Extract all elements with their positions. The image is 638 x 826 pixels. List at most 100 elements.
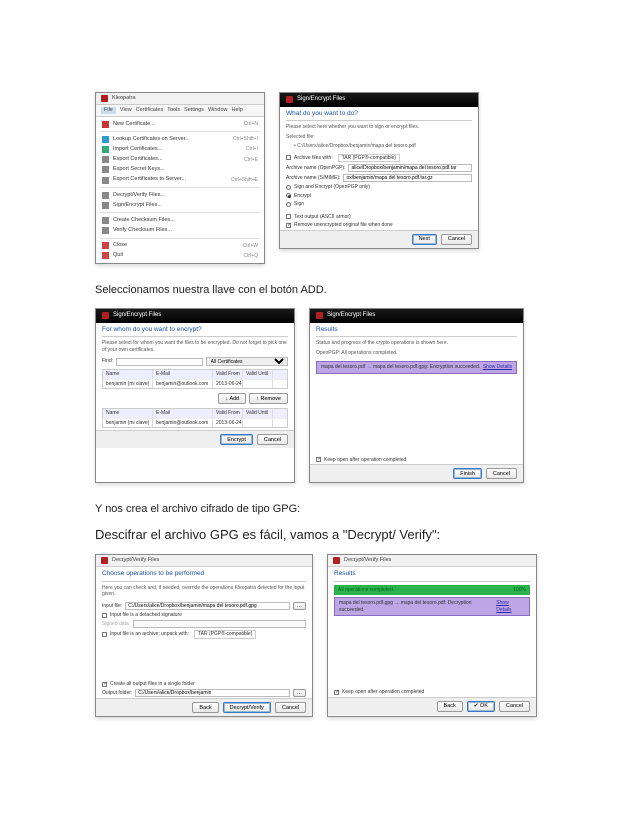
menu-view[interactable]: View: [120, 107, 132, 114]
ok-button[interactable]: ✔ OK: [467, 701, 495, 712]
cancel-button[interactable]: Cancel: [486, 468, 517, 479]
menu-item-label: Export Certificates to Server...: [113, 176, 231, 183]
app-icon: [102, 312, 109, 319]
output-folder-input[interactable]: [135, 689, 289, 697]
menu-settings[interactable]: Settings: [184, 107, 204, 114]
menu-item-2[interactable]: Lookup Certificates on Server...Ctrl+Shi…: [96, 134, 264, 144]
back-button[interactable]: Back: [437, 701, 463, 712]
menu-item-label: Export Certificates...: [113, 156, 244, 163]
show-details-link[interactable]: Show Details: [483, 364, 512, 371]
menu-item-14[interactable]: CloseCtrl+W: [96, 241, 264, 251]
find-label: Find:: [102, 358, 113, 365]
status-text: OpenPGP: All operations completed.: [310, 350, 523, 360]
keep-open-checkbox[interactable]: Keep open after operation completed: [310, 456, 523, 465]
menu-certificates[interactable]: Certificates: [136, 107, 164, 114]
option-encrypt[interactable]: Encrypt: [280, 192, 478, 201]
window-title: Sign/Encrypt Files: [113, 312, 161, 320]
next-button[interactable]: Next: [412, 234, 437, 245]
wizard-subtext: Here you can check and, if needed, overr…: [96, 585, 312, 601]
archive-name-pgp-label: Archive name (OpenPGP):: [286, 165, 345, 172]
keep-open-checkbox[interactable]: Keep open after operation completed: [328, 688, 536, 697]
option-sign[interactable]: Sign: [280, 200, 478, 209]
table-row[interactable]: benjamin (mi clave) benjamin@outlook.com…: [103, 379, 287, 389]
menu-window[interactable]: Window: [208, 107, 228, 114]
cancel-button[interactable]: Cancel: [257, 434, 288, 445]
menu-item-6[interactable]: Export Certificates to Server...Ctrl+Shi…: [96, 175, 264, 185]
cancel-button[interactable]: Cancel: [499, 701, 530, 712]
menu-item-3[interactable]: Import Certificates...Ctrl+I: [96, 145, 264, 155]
find-input[interactable]: [116, 358, 202, 366]
menu-item-9[interactable]: Sign/Encrypt Files...: [96, 200, 264, 210]
archive-files-checkbox[interactable]: Archive files with: TAR (PGP®-compatible…: [280, 153, 478, 164]
encrypt-button[interactable]: Encrypt: [220, 434, 253, 445]
selected-file-path: C:/Users/alice/Dropbox/benjamin/mapa del…: [297, 143, 416, 149]
menu-item-icon: [102, 121, 109, 128]
menu-item-15[interactable]: QuitCtrl+Q: [96, 251, 264, 261]
input-file-label: Input file:: [102, 603, 122, 610]
file-menu-dropdown: New Certificate...Ctrl+N Lookup Certifica…: [96, 117, 264, 263]
sign-encrypt-wizard-recipients: Sign/Encrypt Files For whom do you want …: [95, 308, 295, 483]
col-until: Valid Until: [243, 370, 273, 379]
menu-item-11[interactable]: Create Checksum Files...: [96, 215, 264, 225]
browse-icon[interactable]: …: [293, 602, 307, 610]
browse-icon[interactable]: …: [293, 689, 307, 697]
menu-item-icon: [102, 156, 109, 163]
detached-sig-checkbox[interactable]: Input file is a detached signature: [96, 611, 312, 620]
menu-item-shortcut: Ctrl+Q: [243, 253, 258, 260]
wizard-subtext: Please select here whether you want to s…: [280, 124, 478, 134]
finish-button[interactable]: Finish: [453, 468, 482, 479]
cancel-button[interactable]: Cancel: [275, 702, 306, 713]
filter-select[interactable]: All Certificates: [206, 357, 288, 366]
app-icon: [101, 557, 108, 564]
table-row[interactable]: benjamin (mi clave) benjamin@outlook.com…: [103, 418, 287, 428]
wizard-heading: Choose operations to be performed: [96, 567, 312, 579]
menu-item-8[interactable]: Decrypt/Verify Files...: [96, 190, 264, 200]
menu-item-shortcut: Ctrl+Shift+I: [233, 136, 258, 143]
result-text: mapa del tesoro.pdf.gpg → mapa del tesor…: [339, 600, 496, 613]
window-titlebar: Sign/Encrypt Files: [310, 309, 523, 323]
option-sign-encrypt[interactable]: Sign and Encrypt (OpenPGP only): [280, 183, 478, 192]
decrypt-verify-wizard-results: Decrypt/Verify Files Results All operati…: [327, 554, 537, 717]
menu-tools[interactable]: Tools: [167, 107, 180, 114]
menubar: File View Certificates Tools Settings Wi…: [96, 105, 264, 117]
text-output-checkbox[interactable]: Text output (ASCII armor): [280, 213, 478, 222]
decrypt-verify-button[interactable]: Decrypt/Verify: [223, 702, 271, 713]
menu-item-label: Import Certificates...: [113, 146, 246, 153]
archive-unpack-checkbox[interactable]: Input file is an archive; unpack with: T…: [96, 629, 312, 640]
archive-name-smime-label: Archive name (S/MIME):: [286, 175, 340, 182]
menu-help[interactable]: Help: [232, 107, 243, 114]
menu-item-0[interactable]: New Certificate...Ctrl+N: [96, 119, 264, 129]
back-button[interactable]: Back: [192, 702, 218, 713]
result-text: mapa del tesoro.pdf → mapa del tesoro.pd…: [321, 364, 480, 371]
menu-item-label: Quit: [113, 252, 243, 259]
signed-data-input: [133, 620, 306, 628]
menu-item-4[interactable]: Export Certificates...Ctrl+E: [96, 155, 264, 165]
menu-item-5[interactable]: Export Secret Keys...: [96, 165, 264, 175]
menu-item-shortcut: Ctrl+I: [246, 146, 258, 153]
menu-item-label: Sign/Encrypt Files...: [113, 202, 258, 209]
col-name: Name: [103, 370, 153, 379]
window-title: Decrypt/Verify Files: [344, 557, 391, 564]
menu-item-icon: [102, 217, 109, 224]
menu-item-icon: [102, 177, 109, 184]
menu-item-12[interactable]: Verify Checksum Files...: [96, 226, 264, 236]
remove-button[interactable]: ↑ Remove: [249, 393, 288, 404]
archive-name-smime-input[interactable]: [343, 174, 472, 182]
add-button[interactable]: ↓ Add: [218, 393, 246, 404]
single-folder-checkbox[interactable]: Create all output files in a single fold…: [96, 680, 312, 689]
menu-item-icon: [102, 146, 109, 153]
signed-data-label: Signed data:: [102, 621, 130, 628]
window-titlebar: Sign/Encrypt Files: [280, 93, 478, 107]
cancel-button[interactable]: Cancel: [441, 234, 472, 245]
col-email: E-Mail: [153, 370, 213, 379]
app-icon: [333, 557, 340, 564]
menu-item-label: Close: [113, 242, 243, 249]
remove-original-checkbox[interactable]: Remove unencrypted original file when do…: [280, 221, 478, 230]
archive-name-pgp-input[interactable]: [348, 164, 472, 172]
input-file-input[interactable]: [125, 602, 289, 610]
menu-item-icon: [102, 202, 109, 209]
wizard-subtext: Status and progress of the crypto operat…: [310, 340, 523, 350]
menu-item-icon: [102, 252, 109, 259]
show-details-link[interactable]: Show Details: [496, 600, 525, 613]
menu-file[interactable]: File: [101, 107, 116, 114]
